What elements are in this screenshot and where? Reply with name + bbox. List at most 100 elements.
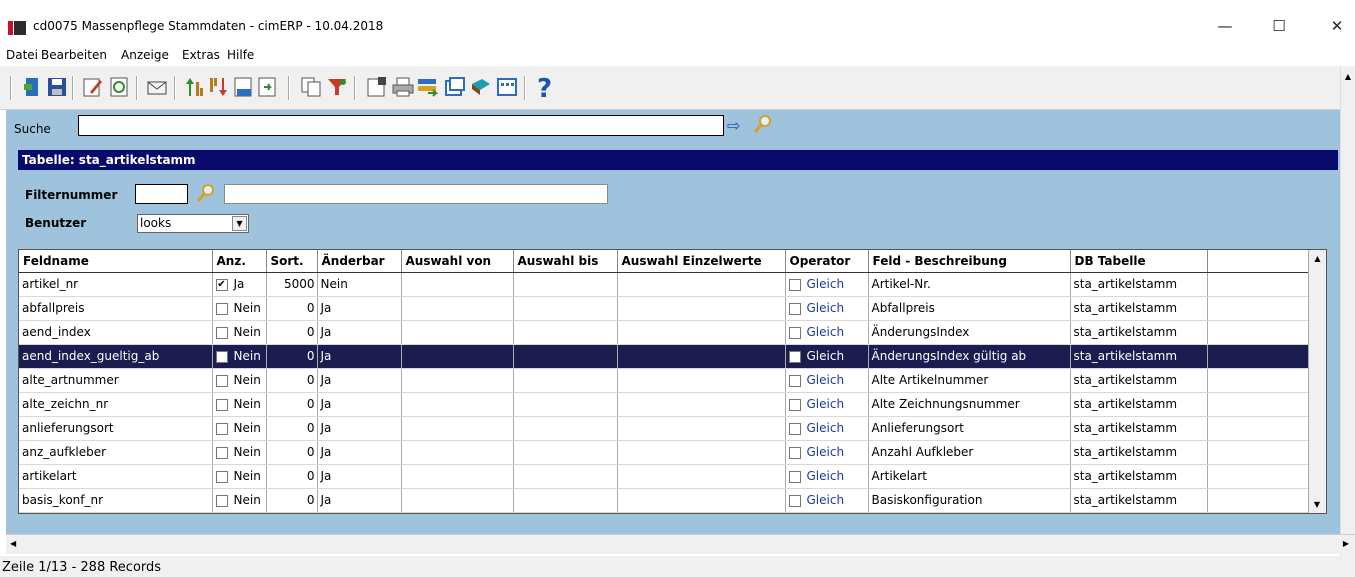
- sort-desc-icon[interactable]: [208, 76, 230, 98]
- cell-anz[interactable]: ✔ Ja: [212, 272, 267, 297]
- table-row[interactable]: alte_zeichn_nr Nein 0 Ja Gleich Alte Zeichnun…: [19, 392, 1310, 417]
- col-feldname[interactable]: Feldname: [19, 250, 213, 273]
- col-anz[interactable]: Anz.: [212, 250, 267, 273]
- magnifier-icon[interactable]: [752, 113, 774, 135]
- cell-db-tabelle[interactable]: sta_artikelstamm: [1070, 392, 1208, 417]
- col-sort[interactable]: Sort.: [266, 250, 318, 273]
- col-auswahl-einzelwerte[interactable]: Auswahl Einzelwerte: [617, 250, 786, 273]
- table-row[interactable]: anlieferungsort Nein 0 Ja Gleich Anlieferungs…: [19, 416, 1310, 441]
- cell-feldname[interactable]: anlieferungsort: [19, 416, 213, 441]
- cell-aenderbar[interactable]: Ja: [317, 416, 402, 441]
- table-row[interactable]: alte_artnummer Nein 0 Ja Gleich Alte Artikeln…: [19, 368, 1310, 393]
- grid-vertical-scrollbar[interactable]: ▲ ▼: [1308, 250, 1326, 513]
- exit-icon[interactable]: [22, 76, 44, 98]
- cell-auswahl-von[interactable]: [401, 296, 514, 321]
- cell-db-tabelle[interactable]: sta_artikelstamm: [1070, 272, 1208, 297]
- grid-scroll-down-icon[interactable]: ▼: [1309, 500, 1325, 509]
- cell-operator[interactable]: Gleich: [785, 488, 869, 513]
- book-icon[interactable]: [470, 76, 492, 98]
- cell-operator[interactable]: Gleich: [785, 320, 869, 345]
- checkbox[interactable]: [215, 422, 228, 435]
- cell-aenderbar[interactable]: Ja: [317, 488, 402, 513]
- cell-auswahl-einzelwerte[interactable]: [617, 488, 786, 513]
- cell-anz[interactable]: Nein: [212, 368, 267, 393]
- cell-sort[interactable]: 0: [266, 464, 318, 489]
- chevron-down-icon[interactable]: ▼: [232, 216, 247, 231]
- cell-anz[interactable]: Nein: [212, 344, 267, 369]
- cell-feldname[interactable]: aend_index_gueltig_ab: [19, 344, 213, 369]
- cell-auswahl-bis[interactable]: [513, 272, 618, 297]
- user-select[interactable]: looks ▼: [137, 214, 249, 233]
- cell-auswahl-bis[interactable]: [513, 344, 618, 369]
- cell-auswahl-einzelwerte[interactable]: [617, 368, 786, 393]
- help-icon[interactable]: ?: [534, 74, 558, 100]
- cell-db-tabelle[interactable]: sta_artikelstamm: [1070, 320, 1208, 345]
- col-auswahl-bis[interactable]: Auswahl bis: [513, 250, 618, 273]
- menu-datei[interactable]: Datei: [6, 48, 38, 62]
- transfer-icon[interactable]: [416, 76, 438, 98]
- checkbox[interactable]: [215, 446, 228, 459]
- cell-feldname[interactable]: anz_aufkleber: [19, 440, 213, 465]
- operator-checkbox[interactable]: [788, 422, 801, 435]
- cell-operator[interactable]: Gleich: [785, 272, 869, 297]
- cell-operator[interactable]: Gleich: [785, 440, 869, 465]
- checkbox[interactable]: [215, 398, 228, 411]
- operator-checkbox[interactable]: [788, 326, 801, 339]
- cell-anz[interactable]: Nein: [212, 392, 267, 417]
- filter-icon[interactable]: [326, 76, 348, 98]
- scroll-right-icon[interactable]: ▶: [1343, 539, 1349, 548]
- cell-auswahl-von[interactable]: [401, 368, 514, 393]
- cell-operator[interactable]: Gleich: [785, 416, 869, 441]
- cell-auswahl-bis[interactable]: [513, 296, 618, 321]
- cell-db-tabelle[interactable]: sta_artikelstamm: [1070, 440, 1208, 465]
- cell-auswahl-bis[interactable]: [513, 416, 618, 441]
- window-vertical-scrollbar[interactable]: ▲: [1340, 66, 1355, 576]
- filter-number-input[interactable]: [135, 184, 188, 204]
- cell-sort[interactable]: 0: [266, 296, 318, 321]
- cell-anz[interactable]: Nein: [212, 416, 267, 441]
- cell-aenderbar[interactable]: Ja: [317, 392, 402, 417]
- operator-checkbox[interactable]: [788, 446, 801, 459]
- cell-auswahl-bis[interactable]: [513, 440, 618, 465]
- scroll-left-icon[interactable]: ◀: [10, 539, 16, 548]
- operator-checkbox[interactable]: [788, 374, 801, 387]
- cell-operator[interactable]: Gleich: [785, 464, 869, 489]
- cell-db-tabelle[interactable]: sta_artikelstamm: [1070, 488, 1208, 513]
- cell-beschreibung[interactable]: Basiskonfiguration: [868, 488, 1071, 513]
- menu-anzeige[interactable]: Anzeige: [121, 48, 169, 62]
- search-input[interactable]: [78, 115, 724, 136]
- cell-beschreibung[interactable]: ÄnderungsIndex: [868, 320, 1071, 345]
- cell-auswahl-von[interactable]: [401, 272, 514, 297]
- cell-anz[interactable]: Nein: [212, 296, 267, 321]
- grid-icon[interactable]: [496, 76, 518, 98]
- cell-beschreibung[interactable]: Anlieferungsort: [868, 416, 1071, 441]
- cell-auswahl-bis[interactable]: [513, 488, 618, 513]
- cell-aenderbar[interactable]: Ja: [317, 320, 402, 345]
- operator-checkbox[interactable]: [788, 302, 801, 315]
- cell-auswahl-bis[interactable]: [513, 392, 618, 417]
- cell-auswahl-einzelwerte[interactable]: [617, 272, 786, 297]
- cell-beschreibung[interactable]: Artikelart: [868, 464, 1071, 489]
- cell-aenderbar[interactable]: Ja: [317, 368, 402, 393]
- cell-anz[interactable]: Nein: [212, 320, 267, 345]
- sort-asc-icon[interactable]: [184, 76, 206, 98]
- cell-db-tabelle[interactable]: sta_artikelstamm: [1070, 416, 1208, 441]
- cell-sort[interactable]: 0: [266, 368, 318, 393]
- checkbox[interactable]: [215, 374, 228, 387]
- export-icon[interactable]: [256, 76, 278, 98]
- cell-feldname[interactable]: aend_index: [19, 320, 213, 345]
- cell-beschreibung[interactable]: Anzahl Aufkleber: [868, 440, 1071, 465]
- operator-checkbox[interactable]: [788, 350, 801, 363]
- checkbox[interactable]: ✔: [215, 278, 228, 291]
- checkbox[interactable]: [215, 302, 228, 315]
- menu-extras[interactable]: Extras: [182, 48, 220, 62]
- cell-anz[interactable]: Nein: [212, 440, 267, 465]
- arrow-right-icon[interactable]: ⇨: [727, 116, 740, 135]
- save-icon[interactable]: [46, 76, 68, 98]
- cell-aenderbar[interactable]: Ja: [317, 464, 402, 489]
- copy-icon[interactable]: [300, 76, 322, 98]
- col-operator[interactable]: Operator: [785, 250, 869, 273]
- table-row[interactable]: aend_index Nein 0 Ja Gleich ÄnderungsIndex sta…: [19, 320, 1310, 345]
- horizontal-scrollbar[interactable]: ◀ ▶: [6, 534, 1355, 554]
- checkbox[interactable]: [215, 494, 228, 507]
